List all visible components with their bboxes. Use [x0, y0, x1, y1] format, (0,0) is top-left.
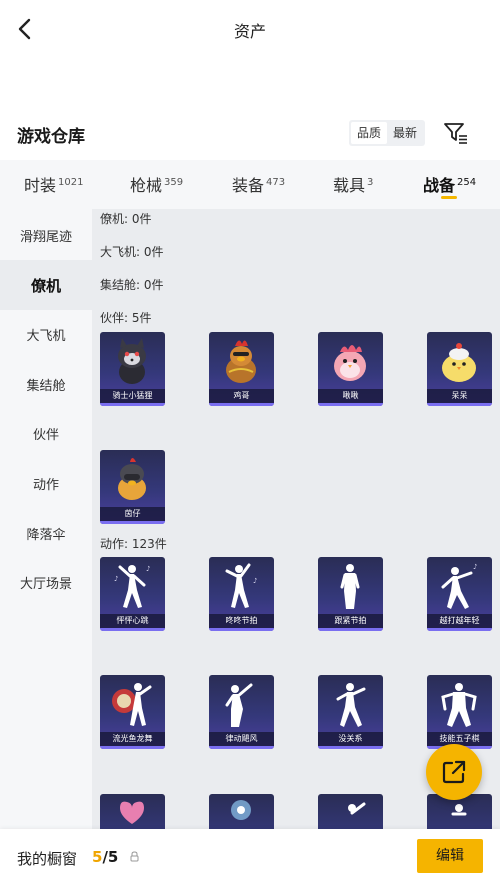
dancer-silhouette-icon: [348, 802, 366, 815]
emote-card[interactable]: [318, 794, 383, 829]
raccoon-icon: [118, 338, 146, 384]
dragon-dancer-icon: [112, 683, 152, 726]
svg-text:♪: ♪: [473, 563, 477, 571]
svg-text:♪: ♪: [253, 577, 257, 585]
emote-name: 咚咚节拍: [209, 614, 274, 628]
section-wingman-count: 僚机: 0件: [100, 212, 152, 226]
sparkle-dancer-icon: [231, 800, 251, 820]
emote-card[interactable]: ♪ 越打越年轻: [427, 557, 492, 631]
dancer-silhouette-icon: ♪: [225, 563, 257, 608]
dancer-silhouette-icon: ♪: [441, 563, 477, 609]
partner-card[interactable]: 呆呆: [427, 332, 492, 406]
share-button[interactable]: [426, 744, 482, 800]
partner-card[interactable]: 鸡哥: [209, 332, 274, 406]
emote-card[interactable]: 流光鱼龙舞: [100, 675, 165, 749]
section-big-plane-count: 大飞机: 0件: [100, 245, 164, 259]
emote-name: 怦怦心跳: [100, 614, 165, 628]
section-emote-count: 动作: 123件: [100, 537, 167, 551]
sidebar-item-capsule[interactable]: 集结舱: [0, 359, 92, 409]
emote-card[interactable]: [209, 794, 274, 829]
tab-vehicles[interactable]: 载具 3: [333, 172, 373, 196]
sidebar-item-partner[interactable]: 伙伴: [0, 408, 92, 458]
yellow-chick-icon: [442, 343, 476, 382]
showcase-label: 我的橱窗: [17, 850, 78, 868]
tab-fashion[interactable]: 时装 1021: [24, 172, 83, 196]
tab-combat-gear[interactable]: 战备 254: [423, 172, 476, 196]
lock-icon: [130, 851, 139, 862]
edit-button[interactable]: 编辑: [417, 839, 483, 873]
sidebar: 滑翔尾迹 僚机 大飞机 集结舱 伙伴 动作 降落伞 大厅场景: [0, 209, 92, 829]
showcase-count: 5/5: [92, 848, 119, 866]
bottom-bar: 我的橱窗 5/5 编辑: [0, 829, 500, 885]
dancer-silhouette-icon: [225, 683, 253, 727]
sidebar-item-emote[interactable]: 动作: [0, 458, 92, 508]
filter-icon: [444, 123, 467, 144]
warehouse-title: 游戏仓库: [17, 127, 85, 147]
sort-quality-button[interactable]: 品质: [351, 122, 388, 144]
rooster-icon: [226, 340, 256, 383]
dancer-silhouette-icon: ♪♪: [114, 565, 150, 608]
item-grid[interactable]: 僚机: 0件 大飞机: 0件 集结舱: 0件 伙伴: 5件 骑士小猛狸 鸡哥 啾…: [92, 209, 500, 829]
share-icon: [442, 760, 466, 784]
emote-card[interactable]: 跟紧节拍: [318, 557, 383, 631]
partner-name: 骑士小猛狸: [100, 389, 165, 403]
partner-card[interactable]: 茵仔: [100, 450, 165, 524]
emote-name: 越打越年轻: [427, 614, 492, 628]
partner-card[interactable]: 啾啾: [318, 332, 383, 406]
sidebar-item-big-plane[interactable]: 大飞机: [0, 309, 92, 359]
category-tabs: 时装 1021 枪械 359 装备 473 载具 3 战备 254: [0, 160, 500, 209]
filter-button[interactable]: [443, 121, 469, 145]
emote-card[interactable]: 没关系: [318, 675, 383, 749]
emote-card[interactable]: [100, 794, 165, 829]
dancer-silhouette-icon: [340, 564, 360, 609]
svg-text:♪: ♪: [114, 575, 118, 583]
tab-equipment[interactable]: 装备 473: [232, 172, 285, 196]
emote-name: 跟紧节拍: [318, 614, 383, 628]
dancer-silhouette-icon: [441, 683, 477, 727]
partner-name: 啾啾: [318, 389, 383, 403]
emote-card[interactable]: 技能五子棋: [427, 675, 492, 749]
emote-name: 没关系: [318, 732, 383, 746]
emote-name: 流光鱼龙舞: [100, 732, 165, 746]
heart-dancer-icon: [120, 801, 144, 824]
top-bar: 资产: [0, 0, 500, 58]
svg-text:♪: ♪: [146, 565, 150, 573]
sort-toggle: 品质 最新: [349, 120, 426, 146]
emote-card[interactable]: 律动飓风: [209, 675, 274, 749]
dancer-silhouette-icon: [336, 683, 366, 727]
tab-guns[interactable]: 枪械 359: [130, 172, 183, 196]
helmet-chick-icon: [118, 458, 146, 500]
emote-card[interactable]: ♪ ♪ 怦怦心跳: [100, 557, 165, 631]
sidebar-item-lobby-scene[interactable]: 大厅场景: [0, 557, 92, 607]
partner-card[interactable]: 骑士小猛狸: [100, 332, 165, 406]
section-partner-count: 伙伴: 5件: [100, 311, 152, 325]
sidebar-item-wingman[interactable]: 僚机: [0, 260, 92, 310]
emote-name: 律动飓风: [209, 732, 274, 746]
page-title: 资产: [233, 22, 266, 41]
sort-latest-button[interactable]: 最新: [387, 122, 423, 144]
section-capsule-count: 集结舱: 0件: [100, 278, 164, 292]
active-tab-indicator: [441, 196, 457, 199]
partner-name: 茵仔: [100, 507, 165, 521]
partner-name: 鸡哥: [209, 389, 274, 403]
sidebar-item-parachute[interactable]: 降落伞: [0, 508, 92, 558]
sidebar-item-glide-trail[interactable]: 滑翔尾迹: [0, 210, 92, 260]
pink-chick-icon: [334, 345, 366, 381]
partner-name: 呆呆: [427, 389, 492, 403]
emote-card[interactable]: ♪ 咚咚节拍: [209, 557, 274, 631]
